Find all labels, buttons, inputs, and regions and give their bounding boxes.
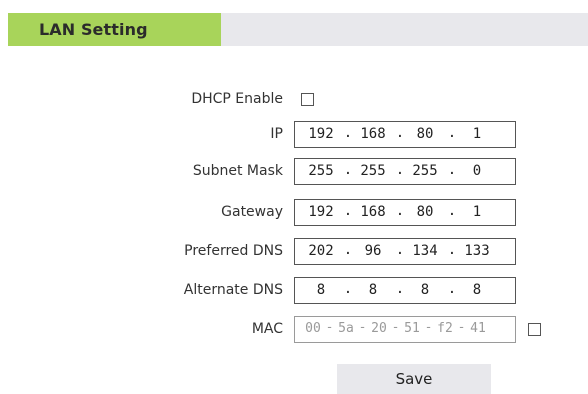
preferred-dns-label: Preferred DNS — [184, 243, 283, 259]
preferred-dns-input[interactable]: 202 . 96 . 134 . 133 — [294, 238, 516, 265]
subnet-octet-2[interactable]: 255 — [353, 163, 393, 179]
subnet-octet-1[interactable]: 255 — [301, 163, 341, 179]
gateway-octet-4[interactable]: 1 — [457, 204, 497, 220]
mac-part-2: 5a — [338, 321, 354, 336]
mac-address-input[interactable]: 00 - 5a - 20 - 51 - f2 - 41 — [294, 316, 516, 343]
subnet-row: Subnet Mask 255 . 255 . 255 . 0 — [0, 158, 588, 186]
mac-part-3: 20 — [371, 321, 387, 336]
mac-separator: - — [457, 320, 466, 335]
alternate-dns-octet-4[interactable]: 8 — [457, 282, 497, 298]
alternate-dns-input[interactable]: 8 . 8 . 8 . 8 — [294, 277, 516, 304]
subnet-octet-3[interactable]: 255 — [405, 163, 445, 179]
preferred-dns-octet-3[interactable]: 134 — [405, 243, 445, 259]
section-header: LAN Setting — [8, 13, 588, 46]
subnet-octet-4[interactable]: 0 — [457, 163, 497, 179]
mac-row: MAC 00 - 5a - 20 - 51 - f2 - 41 — [0, 316, 588, 344]
gateway-input[interactable]: 192 . 168 . 80 . 1 — [294, 199, 516, 226]
subnet-mask-label: Subnet Mask — [192, 163, 283, 179]
ip-label: IP — [270, 126, 283, 142]
gateway-octet-2[interactable]: 168 — [353, 204, 393, 220]
alternate-dns-octet-2[interactable]: 8 — [353, 282, 393, 298]
dhcp-enable-checkbox[interactable] — [301, 93, 314, 106]
ip-octet-1[interactable]: 192 — [301, 126, 341, 142]
ip-row: IP 192 . 168 . 80 . 1 — [0, 121, 588, 149]
preferred-dns-octet-2[interactable]: 96 — [353, 243, 393, 259]
mac-part-1: 00 — [305, 321, 321, 336]
gateway-octet-1[interactable]: 192 — [301, 204, 341, 220]
save-button[interactable]: Save — [337, 364, 491, 394]
mac-separator: - — [424, 320, 433, 335]
mac-separator: - — [391, 320, 400, 335]
section-header-tab: LAN Setting — [8, 13, 221, 46]
preferred-dns-row: Preferred DNS 202 . 96 . 134 . 133 — [0, 238, 588, 266]
ip-address-input[interactable]: 192 . 168 . 80 . 1 — [294, 121, 516, 148]
mac-part-6: 41 — [470, 321, 486, 336]
alternate-dns-row: Alternate DNS 8 . 8 . 8 . 8 — [0, 277, 588, 305]
gateway-octet-3[interactable]: 80 — [405, 204, 445, 220]
subnet-mask-input[interactable]: 255 . 255 . 255 . 0 — [294, 158, 516, 185]
dhcp-row: DHCP Enable — [0, 86, 588, 114]
mac-part-5: f2 — [437, 321, 453, 336]
section-title: LAN Setting — [39, 20, 148, 39]
alternate-dns-label: Alternate DNS — [183, 282, 283, 298]
mac-label: MAC — [251, 321, 283, 337]
dhcp-label: DHCP Enable — [191, 91, 283, 107]
ip-octet-2[interactable]: 168 — [353, 126, 393, 142]
preferred-dns-octet-4[interactable]: 133 — [457, 243, 497, 259]
mac-separator: - — [358, 320, 367, 335]
mac-separator: - — [325, 320, 334, 335]
mac-clone-checkbox[interactable] — [528, 323, 541, 336]
alternate-dns-octet-1[interactable]: 8 — [301, 282, 341, 298]
gateway-label: Gateway — [221, 204, 283, 220]
gateway-row: Gateway 192 . 168 . 80 . 1 — [0, 199, 588, 227]
ip-octet-4[interactable]: 1 — [457, 126, 497, 142]
preferred-dns-octet-1[interactable]: 202 — [301, 243, 341, 259]
mac-part-4: 51 — [404, 321, 420, 336]
alternate-dns-octet-3[interactable]: 8 — [405, 282, 445, 298]
ip-octet-3[interactable]: 80 — [405, 126, 445, 142]
